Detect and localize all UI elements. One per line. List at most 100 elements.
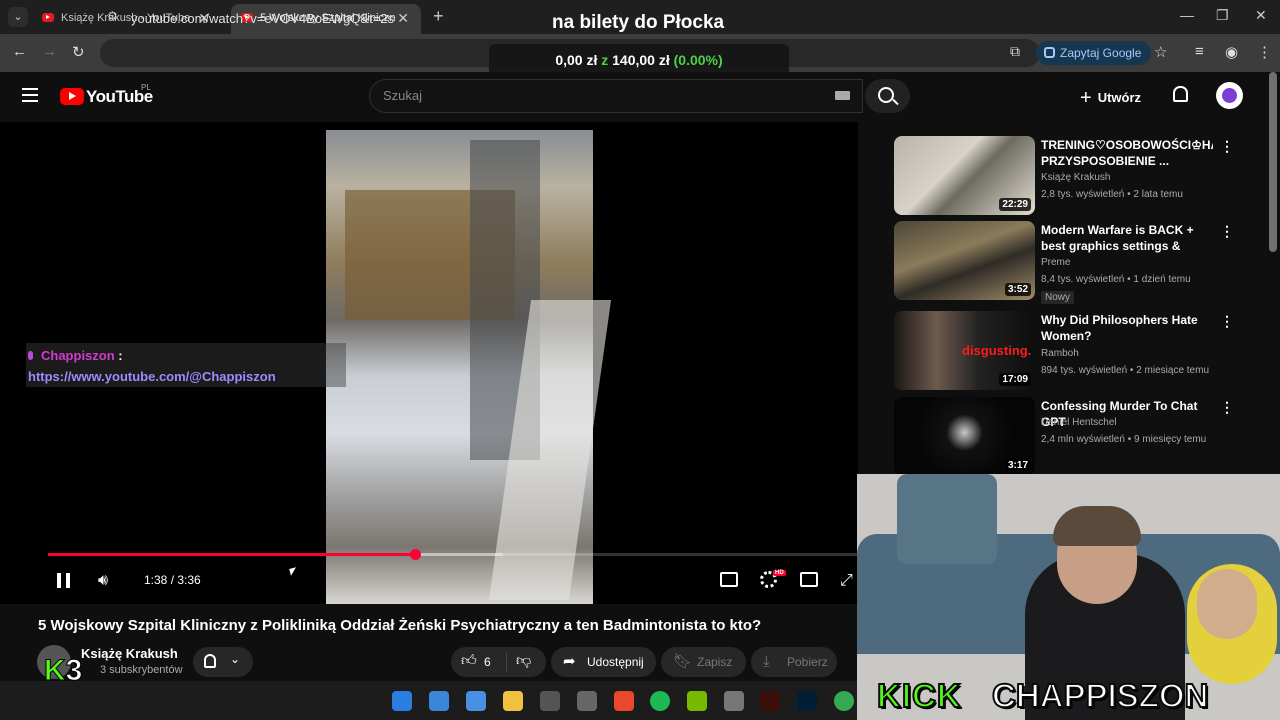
rec-title[interactable]: TRENING♡OSOBOWOŚCI♔HARAKTERU. PRZYSPOSOB… [1041, 137, 1213, 169]
rec-channel[interactable]: Daniel Hentschel [1041, 417, 1117, 428]
share-button[interactable]: ➦ Udostępnij [551, 647, 656, 677]
rec-menu-icon[interactable]: ⋮ [1220, 138, 1234, 155]
webcam-mascot-face [1197, 569, 1257, 639]
theater-mode-icon[interactable] [800, 572, 818, 587]
app-icon[interactable] [429, 691, 449, 711]
bell-icon [204, 654, 216, 668]
goal-separator: z [601, 52, 609, 68]
ask-google-button[interactable]: Zapytaj Google [1036, 41, 1152, 65]
site-info-icon[interactable]: ⚙ [107, 9, 118, 23]
app-icon[interactable] [724, 691, 744, 711]
windows-start-icon[interactable] [392, 691, 412, 711]
rec-thumbnail[interactable]: 3:52 [894, 221, 1035, 300]
rec-item[interactable]: 3:17 Confessing Murder To Chat GPT Danie… [894, 397, 1274, 477]
menu-kebab-icon[interactable]: ⋮ [1257, 43, 1272, 61]
goal-target: 140,00 zł [612, 52, 670, 68]
create-label: Utwórz [1097, 90, 1142, 105]
rec-item[interactable]: 22:29 TRENING♡OSOBOWOŚCI♔HARAKTERU. PRZY… [894, 136, 1274, 216]
progress-played [48, 553, 415, 556]
rec-thumb-caption: disgusting. [962, 343, 1032, 358]
rec-meta: 2,4 mln wyświetleń • 9 miesięcy temu [1041, 434, 1207, 445]
url-text[interactable]: youtube.com/watch?v=eVOV4BoEWgQ&t=2s [131, 11, 394, 26]
back-icon[interactable]: ← [12, 43, 27, 60]
bookmark-icon: 🔖︎ [673, 653, 693, 670]
search-input[interactable] [369, 79, 863, 113]
restore-icon[interactable]: ❐ [1216, 7, 1229, 24]
rec-item[interactable]: 3:52 Modern Warfare is BACK + best graph… [894, 221, 1274, 304]
rec-thumbnail[interactable]: disgusting. 17:09 [894, 311, 1035, 390]
create-button[interactable]: + Utwórz [1080, 87, 1141, 110]
store-icon[interactable] [466, 691, 486, 711]
rec-channel[interactable]: Ramboh [1041, 348, 1079, 359]
close-window-icon[interactable]: ✕ [1255, 7, 1267, 24]
webcam-hair [1053, 506, 1141, 546]
progress-scrubber[interactable] [410, 549, 421, 560]
pause-icon[interactable] [57, 573, 70, 588]
goal-percent: (0.00%) [673, 52, 723, 68]
fullscreen-icon[interactable]: ⤢ [840, 572, 853, 590]
like-icon[interactable]: 👍︎ [461, 652, 477, 670]
like-count[interactable]: 6 [484, 655, 491, 669]
chrome-icon[interactable] [834, 691, 854, 711]
time-display: 1:38 / 3:36 [144, 573, 201, 587]
search-button[interactable] [865, 79, 910, 113]
like-dislike-group: 👍︎ 6 👎︎ [451, 647, 546, 677]
ask-google-label: Zapytaj Google [1060, 46, 1142, 60]
channel-name[interactable]: Książę Krakush [81, 646, 178, 661]
dislike-icon[interactable]: 👎︎ [516, 652, 531, 670]
install-app-icon[interactable]: ⧉ [1010, 43, 1020, 60]
rec-menu-icon[interactable]: ⋮ [1220, 313, 1234, 330]
rec-duration: 17:09 [999, 373, 1031, 386]
rec-menu-icon[interactable]: ⋮ [1220, 223, 1234, 240]
tab-search-button[interactable]: ⌄ [8, 7, 28, 27]
rec-item[interactable]: disgusting. 17:09 Why Did Philosophers H… [894, 311, 1274, 391]
subscription-bell-button[interactable]: ⌄ [193, 647, 253, 677]
minimize-icon[interactable]: — [1180, 7, 1194, 23]
profile-icon[interactable]: ◉ [1225, 43, 1238, 61]
bookmark-star-icon[interactable]: ☆ [1154, 43, 1167, 61]
kick-logo-text: KICK [876, 676, 962, 715]
keyboard-icon[interactable] [835, 91, 850, 100]
notifications-bell-icon[interactable] [1173, 86, 1188, 102]
reload-icon[interactable]: ↻ [72, 43, 85, 61]
rec-title[interactable]: Modern Warfare is BACK + best graphics s… [1041, 222, 1213, 256]
spotify-icon[interactable] [650, 691, 670, 711]
rec-menu-icon[interactable]: ⋮ [1220, 399, 1234, 416]
youtube-favicon-icon [42, 13, 54, 22]
hd-badge: HD [773, 570, 786, 576]
rec-channel[interactable]: Książę Krakush [1041, 172, 1110, 183]
account-avatar[interactable] [1216, 82, 1243, 109]
guide-menu-icon[interactable] [22, 88, 38, 102]
illustrator-icon[interactable] [760, 691, 780, 711]
nvidia-icon[interactable] [687, 691, 707, 711]
rec-channel[interactable]: Preme [1041, 257, 1070, 268]
new-tab-button[interactable]: + [433, 6, 444, 27]
media-control-icon[interactable]: ≡ [1195, 43, 1204, 60]
app-icon[interactable] [540, 691, 560, 711]
goal-current: 0,00 zł [555, 52, 598, 68]
photoshop-icon[interactable] [797, 691, 817, 711]
rec-meta: 894 tys. wyświetleń • 2 miesiące temu [1041, 365, 1210, 376]
save-button[interactable]: 🔖︎ Zapisz [661, 647, 746, 677]
youtube-logo-icon[interactable] [60, 88, 84, 105]
settings-icon[interactable] [577, 691, 597, 711]
download-button[interactable]: ⤓ Pobierz [751, 647, 837, 677]
chat-user: Chappiszon : [28, 348, 123, 363]
rec-meta: 8,4 tys. wyświetleń • 1 dzień temu [1041, 274, 1191, 285]
kick-k3-logo: K3 [44, 654, 83, 688]
lens-icon [1044, 47, 1055, 58]
share-icon: ➦ [563, 653, 576, 670]
brave-icon[interactable] [614, 691, 634, 711]
page-scrollbar[interactable] [1269, 72, 1277, 252]
close-tab-icon[interactable]: ✕ [397, 10, 409, 27]
forward-icon[interactable]: → [42, 43, 57, 60]
file-explorer-icon[interactable] [503, 691, 523, 711]
chat-username: Chappiszon [41, 348, 115, 363]
rec-thumbnail[interactable]: 22:29 [894, 136, 1035, 215]
rec-title[interactable]: Why Did Philosophers Hate Women? [1041, 312, 1213, 344]
chat-colon: : [118, 348, 123, 363]
subtitles-icon[interactable] [720, 572, 738, 587]
rec-thumbnail[interactable]: 3:17 [894, 397, 1035, 476]
volume-icon[interactable]: 🔊︎ [98, 572, 108, 590]
goal-title: na bilety do Płocka [552, 12, 725, 33]
